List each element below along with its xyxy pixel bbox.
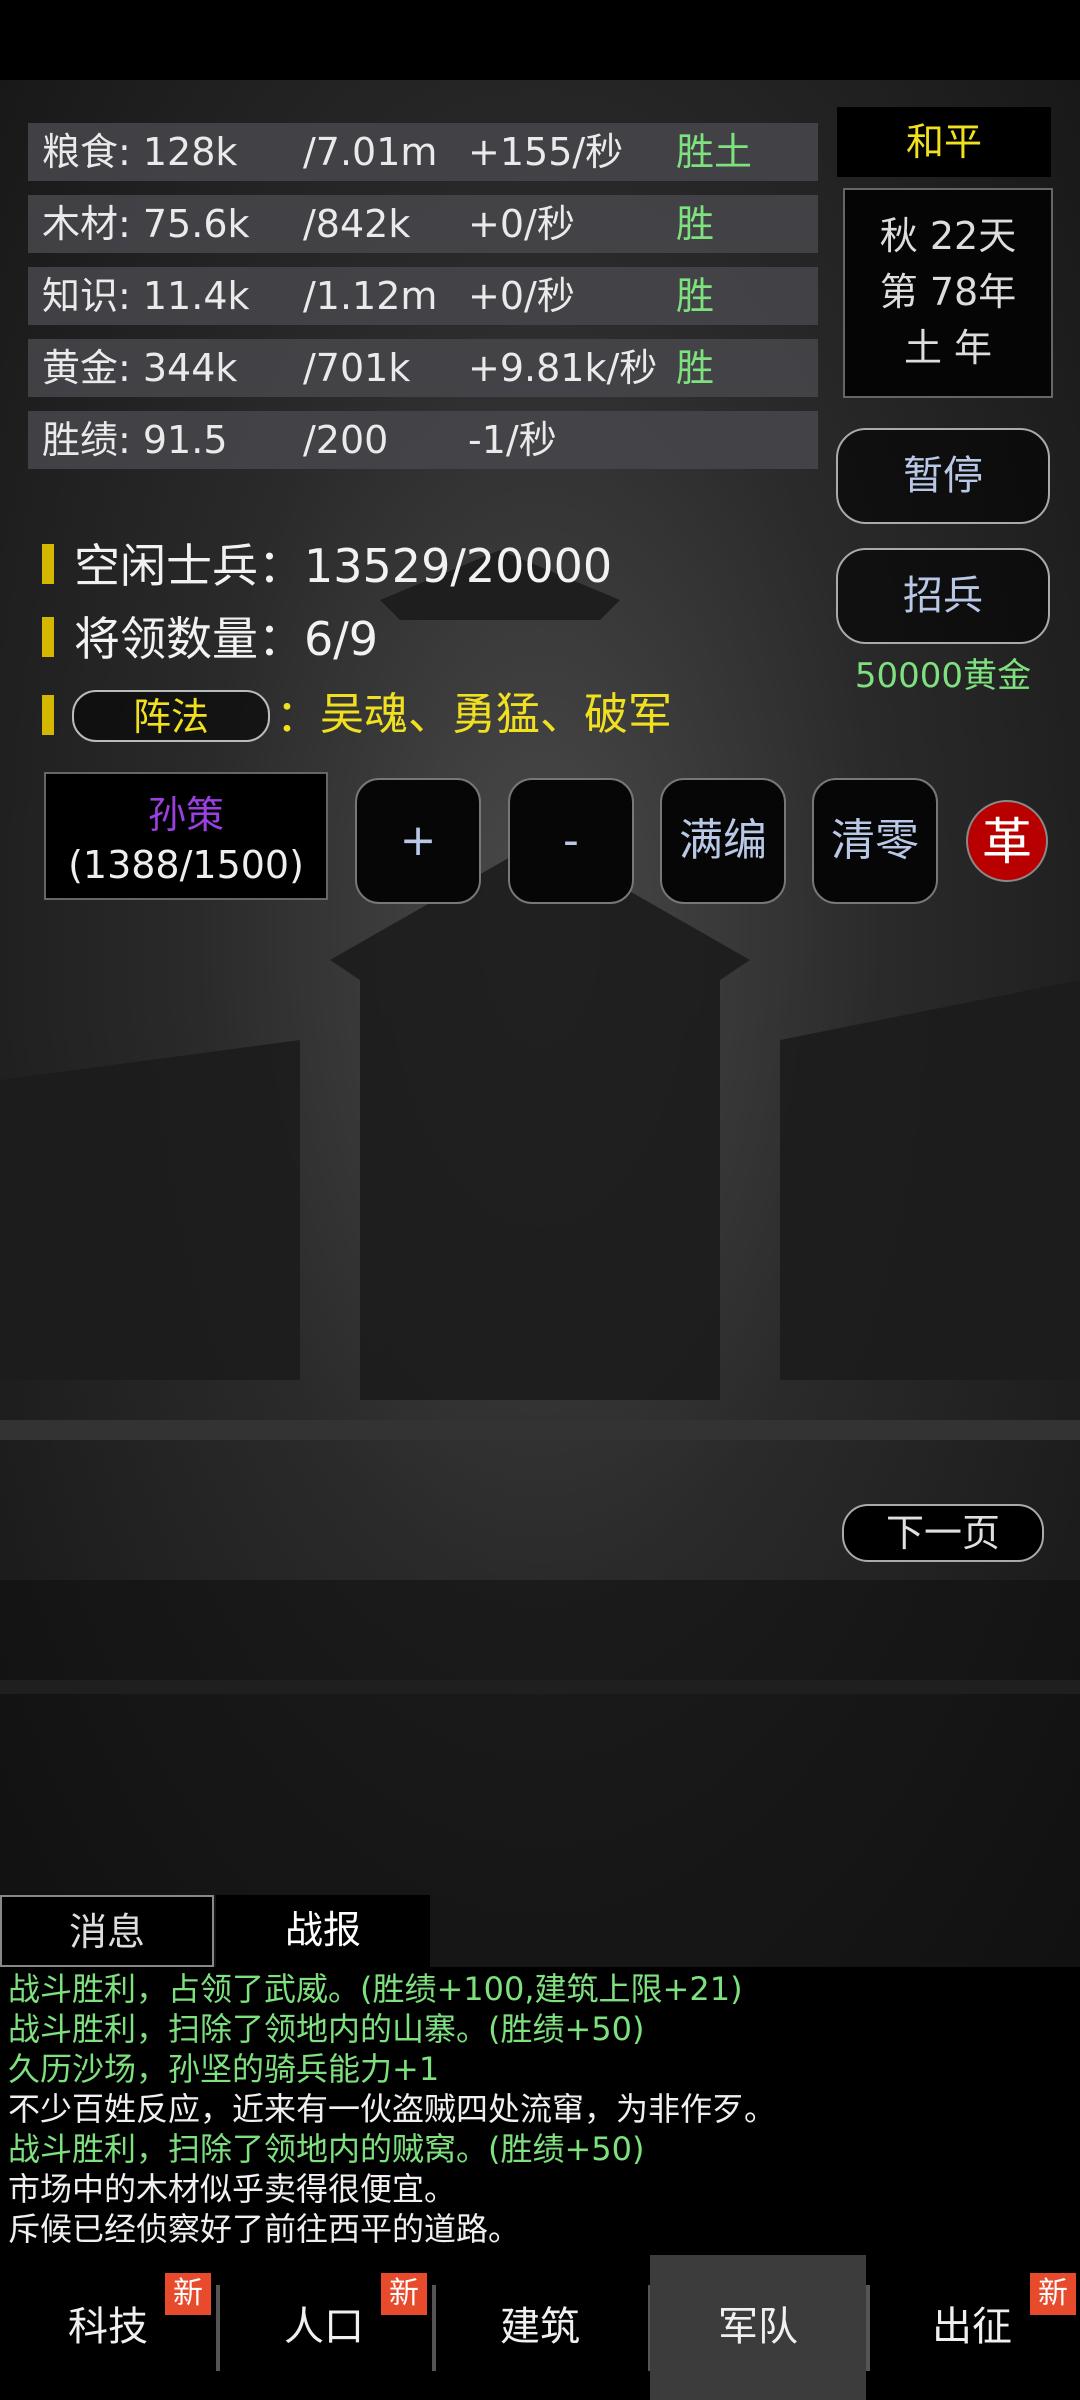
nav-army[interactable]: 军队 — [650, 2255, 866, 2400]
new-badge: 新 — [381, 2273, 427, 2315]
tab-battle-report[interactable]: 战报 — [216, 1895, 430, 1967]
bottom-navigation: 科技 新 人口 新 建筑 军队 出征 新 — [0, 2255, 1080, 2400]
general-name: 孙策 — [147, 793, 224, 837]
log-line: 久历沙场，孙坚的骑兵能力+1 — [8, 2050, 440, 2088]
nav-label: 建筑 — [500, 2304, 580, 2350]
remove-troops-button[interactable]: - — [508, 778, 634, 904]
peace-status: 和平 — [837, 107, 1051, 177]
resource-row-merit: 胜绩: 91.5 /200 -1/秒 — [28, 411, 818, 469]
resource-max: /842k — [303, 202, 411, 246]
resource-tag: 胜 — [676, 274, 715, 318]
formation-skills: 吴魂、勇猛、破军 — [320, 689, 672, 740]
resource-tag: 胜 — [676, 346, 715, 390]
generals-count: 将领数量：6/9 — [74, 612, 379, 666]
resource-name: 木材: 75.6k — [42, 202, 250, 246]
resource-name: 胜绩: 91.5 — [42, 418, 228, 462]
resource-tag: 胜土 — [676, 130, 753, 174]
log-line: 战斗胜利，占领了武威。(胜绩+100,建筑上限+21) — [8, 1970, 743, 2008]
resource-max: /200 — [303, 418, 389, 462]
nav-label: 科技 — [68, 2304, 148, 2350]
resource-rate: +0/秒 — [468, 274, 575, 318]
pause-button[interactable]: 暂停 — [836, 428, 1050, 524]
resource-rate: +0/秒 — [468, 202, 575, 246]
resource-tag: 胜 — [676, 202, 715, 246]
tab-messages[interactable]: 消息 — [0, 1895, 214, 1967]
new-badge: 新 — [1030, 2273, 1076, 2315]
bullet-marker — [42, 617, 54, 657]
log-line: 市场中的木材似乎卖得很便宜。 — [8, 2170, 457, 2208]
next-page-button[interactable]: 下一页 — [842, 1504, 1044, 1562]
calendar-element-year: 土 年 — [903, 326, 993, 370]
general-card[interactable]: 孙策 (1388/1500) — [44, 772, 328, 900]
log-line: 斥候已经侦察好了前往西平的道路。 — [8, 2210, 521, 2248]
resource-name: 粮食: 128k — [42, 130, 238, 174]
fill-troops-button[interactable]: 满编 — [660, 778, 786, 904]
bullet-marker — [42, 695, 54, 735]
formation-colon: ： — [276, 691, 320, 742]
message-log: 战斗胜利，占领了武威。(胜绩+100,建筑上限+21) 战斗胜利，扫除了领地内的… — [0, 1967, 1080, 2255]
calendar-panel: 秋 22天 第 78年 土 年 — [843, 188, 1053, 398]
calendar-season-day: 秋 22天 — [879, 214, 1017, 258]
log-line: 战斗胜利，扫除了领地内的贼窝。(胜绩+50) — [8, 2130, 645, 2168]
nav-label: 军队 — [718, 2304, 798, 2350]
resource-rate: +155/秒 — [468, 130, 624, 174]
resource-rate: +9.81k/秒 — [468, 346, 658, 390]
clear-troops-button[interactable]: 清零 — [812, 778, 938, 904]
nav-label: 人口 — [284, 2304, 364, 2350]
nav-label: 出征 — [932, 2304, 1012, 2350]
reform-button[interactable]: 革 — [966, 800, 1048, 882]
resource-row-wood: 木材: 75.6k /842k +0/秒 胜 — [28, 195, 818, 253]
recruit-cost: 50000黄金 — [854, 656, 1032, 696]
resource-max: /7.01m — [303, 130, 438, 174]
new-badge: 新 — [165, 2273, 211, 2315]
resource-rate: -1/秒 — [468, 418, 557, 462]
resource-row-gold: 黄金: 344k /701k +9.81k/秒 胜 — [28, 339, 818, 397]
log-line: 战斗胜利，扫除了领地内的山寨。(胜绩+50) — [8, 2010, 645, 2048]
formation-button[interactable]: 阵法 — [72, 690, 270, 742]
add-troops-button[interactable]: + — [355, 778, 481, 904]
resource-row-knowledge: 知识: 11.4k /1.12m +0/秒 胜 — [28, 267, 818, 325]
nav-buildings[interactable]: 建筑 — [432, 2255, 648, 2400]
recruit-button[interactable]: 招兵 — [836, 548, 1050, 644]
resource-name: 黄金: 344k — [42, 346, 238, 390]
general-troops: (1388/1500) — [68, 843, 304, 887]
resource-row-food: 粮食: 128k /7.01m +155/秒 胜土 — [28, 123, 818, 181]
idle-soldiers: 空闲士兵：13529/20000 — [74, 539, 613, 593]
calendar-year: 第 78年 — [879, 270, 1017, 314]
resource-max: /1.12m — [303, 274, 438, 318]
resource-max: /701k — [303, 346, 411, 390]
log-line: 不少百姓反应，近来有一伙盗贼四处流窜，为非作歹。 — [8, 2090, 777, 2128]
resource-name: 知识: 11.4k — [42, 274, 250, 318]
bullet-marker — [42, 544, 54, 584]
